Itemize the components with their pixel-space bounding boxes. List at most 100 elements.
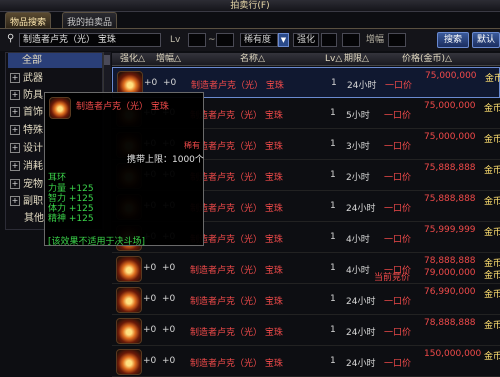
- sidebar-item-label: 宠物: [23, 179, 43, 190]
- cell-price-type: 一口价: [384, 325, 411, 338]
- increase-from-input[interactable]: [342, 33, 360, 47]
- sidebar-item-label: 其他: [24, 213, 44, 224]
- cell-remaining-time: 24小时: [346, 325, 375, 338]
- expand-icon[interactable]: +: [10, 179, 20, 189]
- tooltip-note: [该效果不适用于决斗场]: [48, 234, 145, 247]
- orb-icon: [116, 287, 142, 313]
- cell-price-value: 150,000,000: [424, 349, 481, 359]
- table-row[interactable]: +0+0制造者卢克（光） 宝珠124小时一口价76,990,000金币: [112, 284, 500, 315]
- chevron-down-icon[interactable]: ▼: [278, 33, 289, 47]
- cell-level: 1: [331, 78, 337, 88]
- cell-price-type: 一口价: [385, 78, 412, 91]
- sidebar-item-label: 防具: [23, 90, 43, 101]
- results-header: 强化△ 增幅△ 名称△ Lv△ 期限△ 价格(金币)△: [112, 53, 500, 66]
- cell-remaining-time: 4小时: [346, 263, 370, 276]
- sidebar-item-label: 消耗: [23, 161, 43, 172]
- sidebar-item-label: 特殊: [23, 125, 43, 136]
- window-title: 拍卖行(F): [0, 0, 500, 11]
- strengthen-filter[interactable]: 强化: [293, 33, 319, 47]
- expand-icon[interactable]: +: [10, 90, 20, 100]
- cell-bid-currency: 金币: [484, 268, 500, 281]
- cell-price-value: 75,000,000: [425, 71, 477, 81]
- cell-remaining-time: 24小时: [346, 356, 375, 369]
- search-icon: ⚲: [7, 33, 14, 44]
- tooltip-slot: 耳环: [48, 173, 66, 183]
- orb-icon: [49, 97, 71, 119]
- item-name-input[interactable]: 制造者卢克（光） 宝珠: [19, 33, 161, 47]
- cell-bid-type: 当前竞价: [374, 270, 410, 283]
- expand-icon[interactable]: +: [10, 125, 20, 135]
- sidebar-item-label: 副职: [23, 196, 43, 207]
- cell-remaining-time: 24小时: [346, 294, 375, 307]
- expand-icon[interactable]: +: [10, 143, 20, 153]
- table-row[interactable]: +0+0制造者卢克（光） 宝珠14小时一口价78,888,888金币当前竞价79…: [112, 253, 500, 284]
- cell-price-value: 75,999,999: [424, 225, 476, 235]
- cell-currency: 金币: [484, 194, 500, 207]
- cell-currency: 金币: [484, 225, 500, 238]
- cell-strengthen: +0: [143, 294, 156, 304]
- sidebar-item-label: 武器: [23, 73, 43, 84]
- cell-increase: +0: [163, 78, 176, 88]
- increase-to-input[interactable]: [388, 33, 406, 47]
- tab-item-search[interactable]: 物品搜索: [5, 12, 51, 28]
- search-bar: ⚲ 制造者卢克（光） 宝珠 Lv ~ 稀有度 ▼ 强化 增幅 搜索 默认: [0, 29, 500, 51]
- default-button[interactable]: 默认: [472, 32, 500, 48]
- expand-icon[interactable]: +: [10, 73, 20, 83]
- cell-level: 1: [330, 170, 336, 180]
- cell-price-value: 75,000,000: [424, 132, 476, 142]
- cell-strengthen: +0: [143, 356, 156, 366]
- sidebar-item-label: 设计: [23, 143, 43, 154]
- orb-icon: [116, 349, 142, 375]
- cell-item-name: 制造者卢克（光） 宝珠: [191, 78, 284, 91]
- tab-my-auctions[interactable]: 我的拍卖品: [62, 12, 117, 28]
- level-from-input[interactable]: [188, 33, 206, 47]
- cell-level: 1: [330, 356, 336, 366]
- level-label: Lv: [170, 33, 180, 47]
- cell-strengthen: +0: [144, 78, 157, 88]
- cell-level: 1: [330, 201, 336, 211]
- expand-icon[interactable]: +: [10, 196, 20, 206]
- header-increase[interactable]: 增幅△: [156, 53, 181, 66]
- cell-level: 1: [330, 139, 336, 149]
- cell-increase: +0: [162, 325, 175, 335]
- orb-icon: [116, 256, 142, 282]
- cell-price-value: 75,000,000: [424, 101, 476, 111]
- cell-level: 1: [330, 294, 336, 304]
- sidebar-scroll-thumb[interactable]: [104, 55, 110, 65]
- cell-currency: 金币: [484, 132, 500, 145]
- cell-price-value: 75,888,888: [424, 163, 476, 173]
- cell-remaining-time: 5小时: [346, 108, 370, 121]
- header-strengthen[interactable]: 强化△: [120, 53, 145, 66]
- cell-level: 1: [330, 232, 336, 242]
- cell-price-type: 一口价: [384, 356, 411, 369]
- cell-strengthen: +0: [143, 263, 156, 273]
- strengthen-value-input[interactable]: [321, 33, 337, 47]
- cell-remaining-time: 24小时: [347, 78, 376, 91]
- cell-item-name: 制造者卢克（光） 宝珠: [190, 325, 283, 338]
- cell-currency: 金币: [484, 101, 500, 114]
- expand-icon[interactable]: +: [10, 161, 20, 171]
- tooltip-carry-limit: 携带上限：1000个: [127, 152, 204, 165]
- search-button[interactable]: 搜索: [437, 32, 469, 48]
- table-row[interactable]: +0+0制造者卢克（光） 宝珠124小时一口价150,000,000金币: [112, 346, 500, 377]
- cell-item-name: 制造者卢克（光） 宝珠: [190, 294, 283, 307]
- cell-currency: 金币: [484, 287, 500, 300]
- header-name[interactable]: 名称△: [240, 53, 265, 66]
- sidebar-item-all[interactable]: 全部: [8, 53, 102, 68]
- level-to-input[interactable]: [216, 33, 234, 47]
- table-row[interactable]: +0+0制造者卢克（光） 宝珠124小时一口价78,888,888金币: [112, 315, 500, 346]
- expand-icon[interactable]: +: [10, 107, 20, 117]
- cell-increase: +0: [162, 263, 175, 273]
- header-remaining[interactable]: 期限△: [344, 53, 369, 66]
- window-title-bar: 拍卖行(F): [0, 0, 500, 12]
- cell-remaining-time: 4小时: [346, 232, 370, 245]
- rarity-select[interactable]: 稀有度: [240, 33, 278, 47]
- cell-price-type: 一口价: [384, 108, 411, 121]
- cell-price-value: 75,888,888: [424, 194, 476, 204]
- header-price[interactable]: 价格(金币)△: [402, 53, 452, 66]
- header-level[interactable]: Lv△: [325, 53, 342, 66]
- sidebar-item-label: 首饰: [23, 107, 43, 118]
- sidebar-item-weapon[interactable]: +武器: [8, 71, 102, 86]
- cell-price-type: 一口价: [384, 170, 411, 183]
- cell-price-value: 76,990,000: [424, 287, 476, 297]
